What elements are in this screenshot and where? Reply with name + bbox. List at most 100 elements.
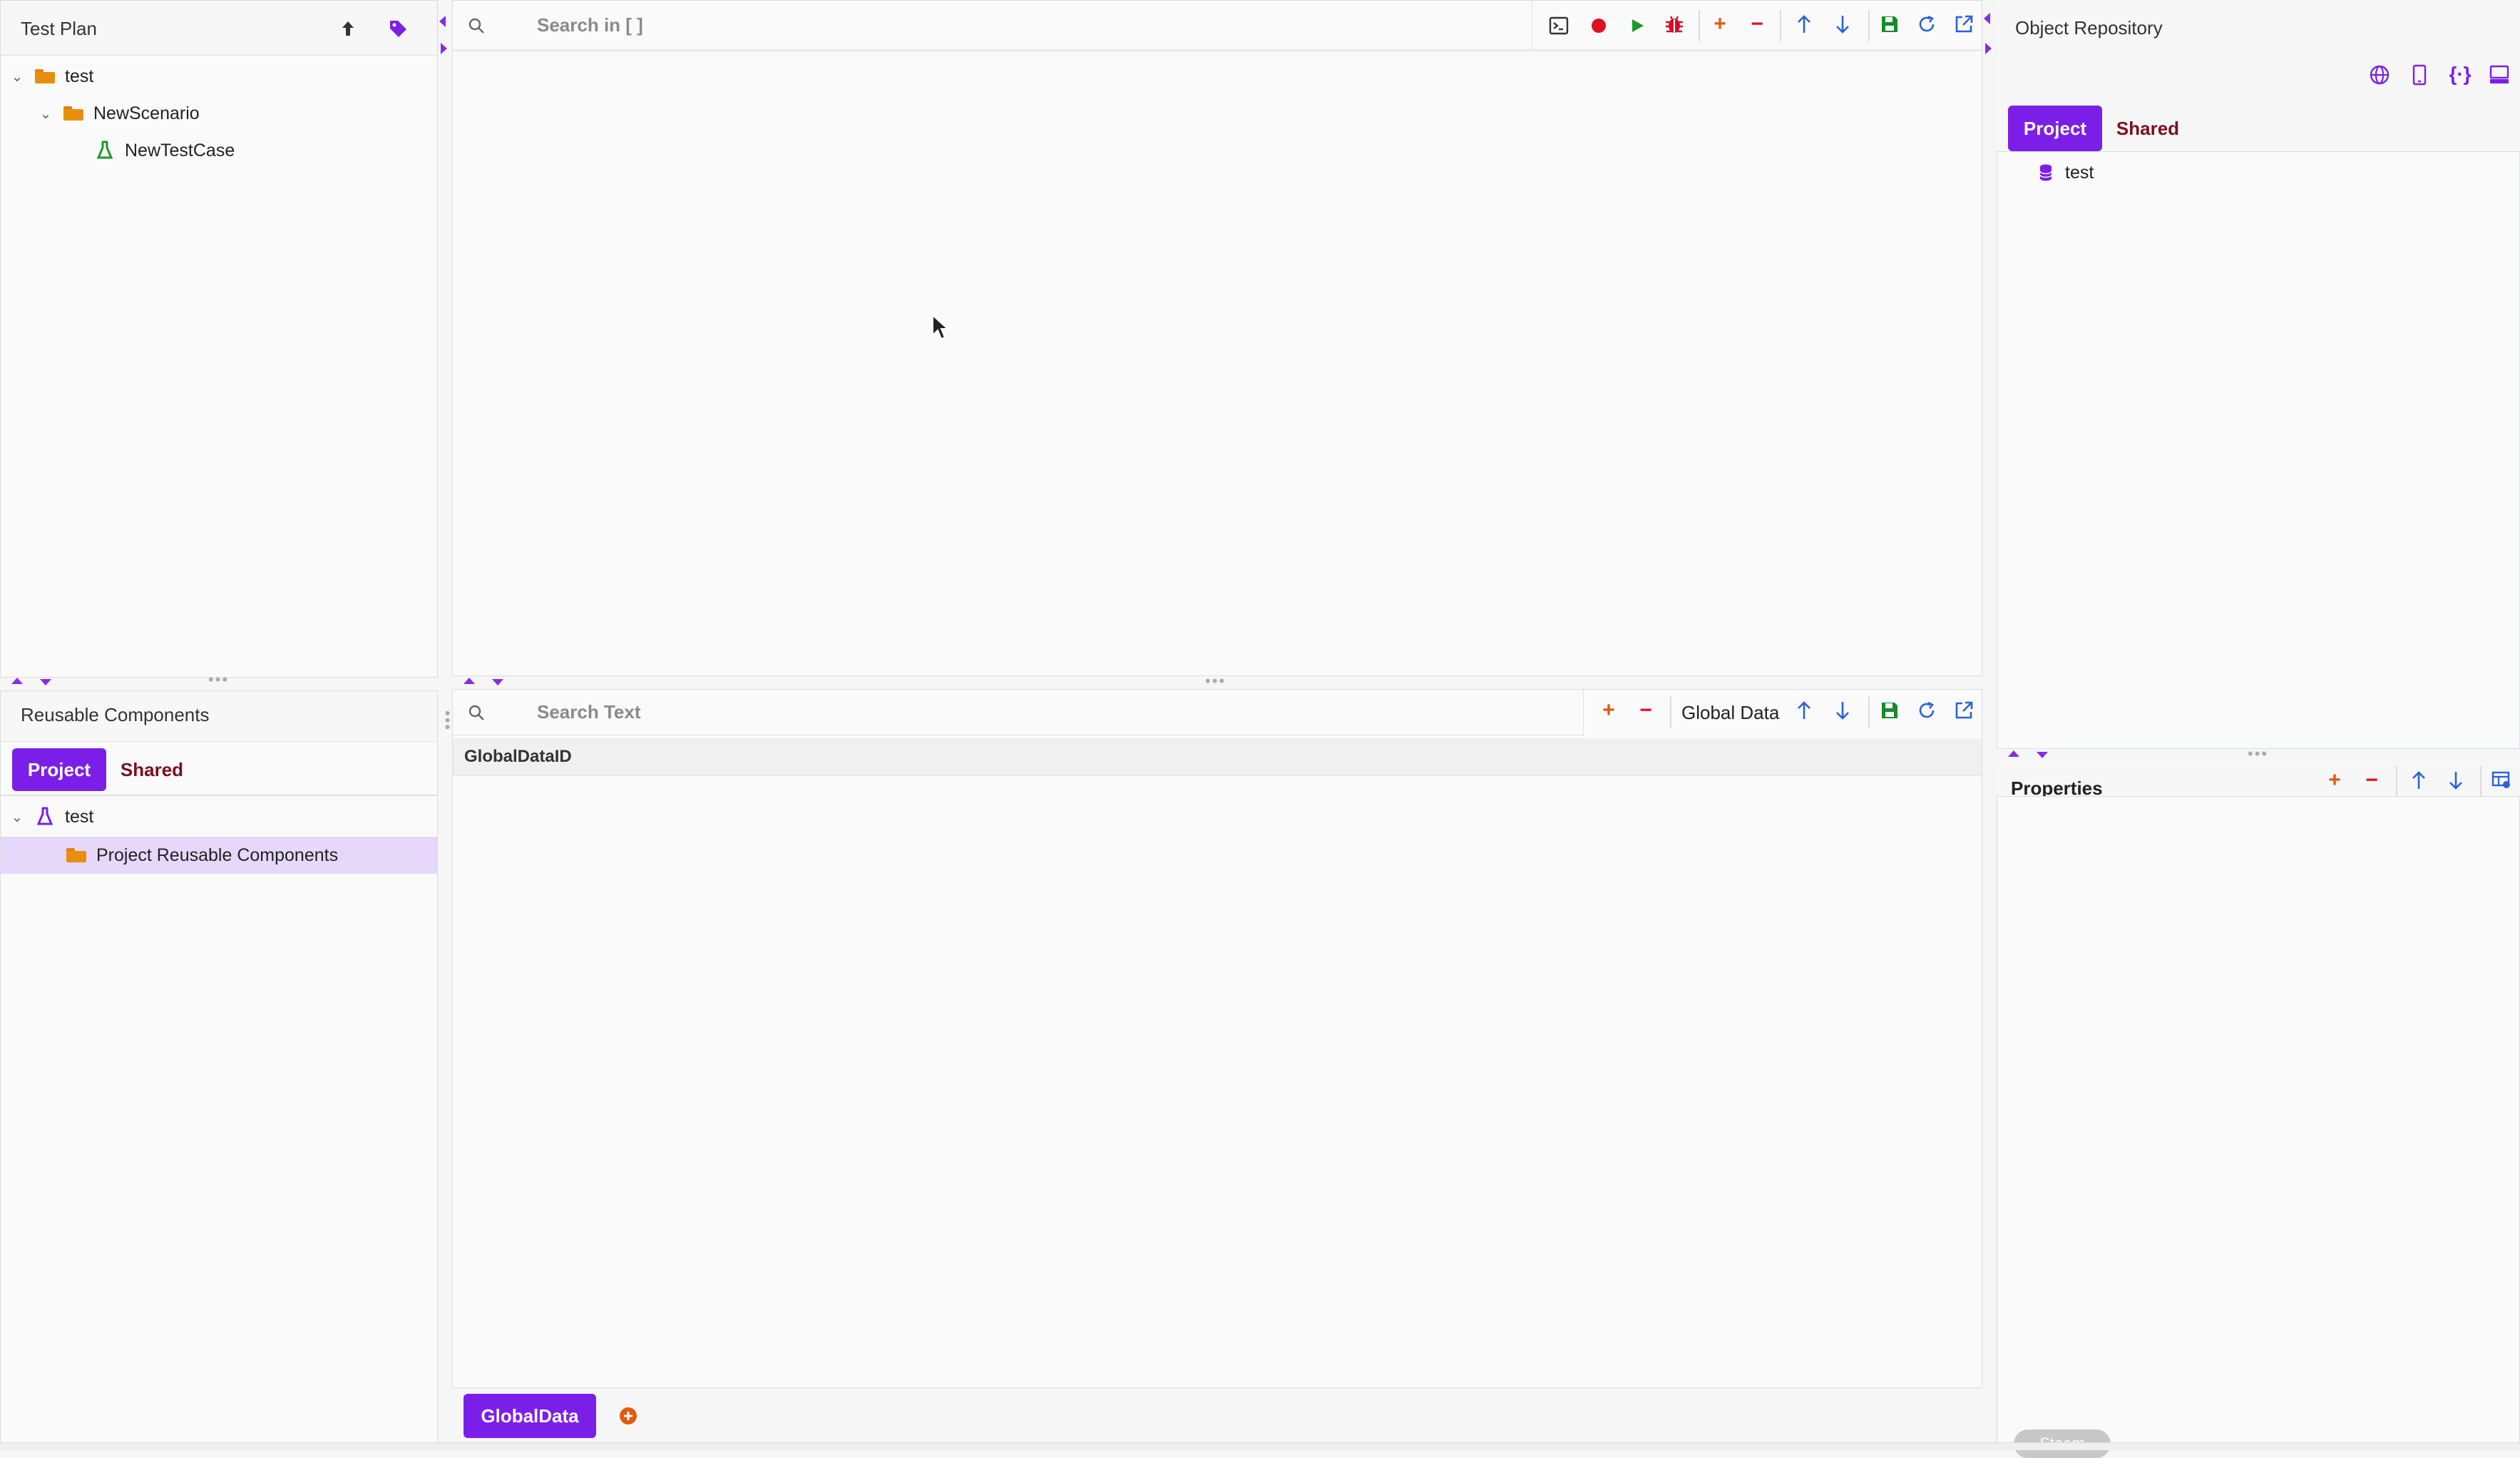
tree-item-test[interactable]: test xyxy=(2037,157,2094,188)
object-repo-title: Object Repository xyxy=(2015,17,2163,39)
toolbar-divider xyxy=(2396,766,2397,797)
refresh-icon[interactable] xyxy=(1914,698,1940,723)
tree-item-test[interactable]: ⌄ test xyxy=(9,801,94,832)
collapse-left-arrow[interactable] xyxy=(1984,13,1990,24)
mouse-cursor-icon xyxy=(931,313,950,345)
move-up-icon[interactable] xyxy=(2406,768,2432,793)
collapse-down-arrow[interactable] xyxy=(40,679,51,685)
search-icon xyxy=(466,704,487,721)
tab-shared[interactable]: Shared xyxy=(115,748,189,791)
toolbar-divider xyxy=(1868,10,1870,41)
add-tab-icon[interactable] xyxy=(618,1405,639,1427)
tree-item-label: test xyxy=(65,806,94,827)
tab-project[interactable]: Project xyxy=(12,748,106,791)
save-icon[interactable] xyxy=(1877,11,1902,37)
expand-right-arrow[interactable] xyxy=(1985,43,1992,54)
collapse-up-arrow[interactable] xyxy=(2008,750,2019,757)
remove-icon[interactable]: − xyxy=(1744,11,1770,37)
column-header-globaldataid[interactable]: GlobalDataID xyxy=(464,747,572,767)
reusable-components-panel: Reusable Components Project Shared ⌄ tes… xyxy=(0,690,438,1444)
add-row-icon[interactable]: + xyxy=(1596,698,1622,723)
run-icon[interactable] xyxy=(1624,13,1650,39)
folder-icon xyxy=(35,69,55,83)
mobile-icon[interactable] xyxy=(2407,63,2432,87)
save-icon[interactable] xyxy=(1877,698,1902,723)
resize-handle[interactable]: ••• xyxy=(1205,672,1226,690)
dataset-label: Global Data xyxy=(1681,702,1780,723)
tree-item-newtestcase[interactable]: NewTestCase xyxy=(95,135,235,166)
open-external-icon[interactable] xyxy=(1951,11,1977,37)
toolbar-divider xyxy=(2480,766,2481,797)
expand-right-arrow[interactable] xyxy=(441,43,447,54)
record-icon[interactable] xyxy=(1586,13,1612,39)
remove-property-icon[interactable]: − xyxy=(2359,768,2385,793)
toolbar-divider xyxy=(1670,696,1671,728)
chevron-down-icon[interactable]: ⌄ xyxy=(9,808,25,826)
add-icon[interactable]: + xyxy=(1707,11,1733,37)
debug-icon[interactable] xyxy=(1661,11,1687,37)
folder-icon xyxy=(63,106,83,121)
column-header-row xyxy=(453,738,1982,776)
toolbar-divider xyxy=(1699,10,1700,41)
move-up-icon[interactable] xyxy=(1791,698,1817,723)
collapse-down-arrow[interactable] xyxy=(492,679,503,685)
data-search-bar[interactable]: Search Text xyxy=(453,690,1584,735)
properties-body xyxy=(1997,796,2520,1449)
properties-panel: Properties Steam xyxy=(1997,763,2520,1458)
search-icon xyxy=(466,17,487,34)
resize-handle[interactable]: ••• xyxy=(208,671,229,689)
chevron-down-icon[interactable]: ⌄ xyxy=(38,105,53,123)
tab-shared[interactable]: Shared xyxy=(2111,106,2185,151)
resize-handle[interactable]: ••• xyxy=(2248,745,2268,763)
refresh-icon[interactable] xyxy=(1914,11,1940,37)
tab-underline xyxy=(1,795,437,796)
database-icon xyxy=(2037,163,2055,182)
tree-item-test[interactable]: ⌄ test xyxy=(9,61,94,92)
arrow-up-icon[interactable] xyxy=(337,18,359,39)
flask-icon xyxy=(35,807,55,827)
test-steps-editor: Search in [ ] xyxy=(452,0,1983,676)
collapse-up-arrow[interactable] xyxy=(11,678,23,684)
tree-item-newscenario[interactable]: ⌄ NewScenario xyxy=(38,98,200,129)
data-search-input[interactable]: Search Text xyxy=(537,701,640,723)
globe-icon[interactable] xyxy=(2367,63,2392,87)
test-plan-title: Test Plan xyxy=(21,18,97,39)
table-settings-icon[interactable] xyxy=(2489,768,2514,793)
tag-icon[interactable] xyxy=(386,16,410,41)
move-up-icon[interactable] xyxy=(1791,11,1817,37)
editor-toolbar-underline xyxy=(453,49,1983,51)
tree-item-label: test xyxy=(65,66,94,86)
move-down-icon[interactable] xyxy=(1830,698,1855,723)
tab-globaldata[interactable]: GlobalData xyxy=(463,1394,596,1438)
object-repository-panel: Object Repository {·} Project Shared tes… xyxy=(1997,0,2520,749)
toolbar-divider xyxy=(1868,696,1870,728)
folder-icon xyxy=(66,848,86,862)
tree-item-project-reusable-components[interactable]: Project Reusable Components xyxy=(1,837,437,874)
step-search-bar[interactable]: Search in [ ] xyxy=(453,1,1532,51)
reusable-title: Reusable Components xyxy=(21,704,210,725)
test-plan-panel: Test Plan ⌄ test ⌄ NewScenario NewTestCa… xyxy=(0,0,438,678)
object-tree-area xyxy=(1997,151,2520,749)
flask-icon xyxy=(95,141,115,160)
collapse-left-arrow[interactable] xyxy=(439,16,446,27)
tree-item-label: test xyxy=(2065,162,2094,183)
tree-item-label: NewTestCase xyxy=(125,140,235,160)
collapse-down-arrow[interactable] xyxy=(2037,752,2048,758)
add-property-icon[interactable]: + xyxy=(2322,768,2347,793)
tree-item-label: Project Reusable Components xyxy=(96,845,339,865)
code-braces-icon[interactable]: {·} xyxy=(2446,61,2474,87)
chevron-down-icon[interactable]: ⌄ xyxy=(9,68,25,86)
move-down-icon[interactable] xyxy=(2443,768,2469,793)
global-data-panel: Search Text GlobalDataID xyxy=(452,689,1982,1388)
console-icon[interactable] xyxy=(1546,13,1572,39)
tab-project[interactable]: Project xyxy=(2008,106,2102,151)
tree-item-label: NewScenario xyxy=(93,103,200,123)
open-external-icon[interactable] xyxy=(1951,698,1977,723)
step-search-input[interactable]: Search in [ ] xyxy=(537,14,643,36)
toolbar-divider xyxy=(1780,10,1781,41)
move-down-icon[interactable] xyxy=(1830,11,1855,37)
desktop-icon[interactable] xyxy=(2487,63,2511,87)
collapse-up-arrow[interactable] xyxy=(463,678,475,684)
remove-row-icon[interactable]: − xyxy=(1633,698,1659,723)
window-bottom-border xyxy=(0,1442,2520,1450)
